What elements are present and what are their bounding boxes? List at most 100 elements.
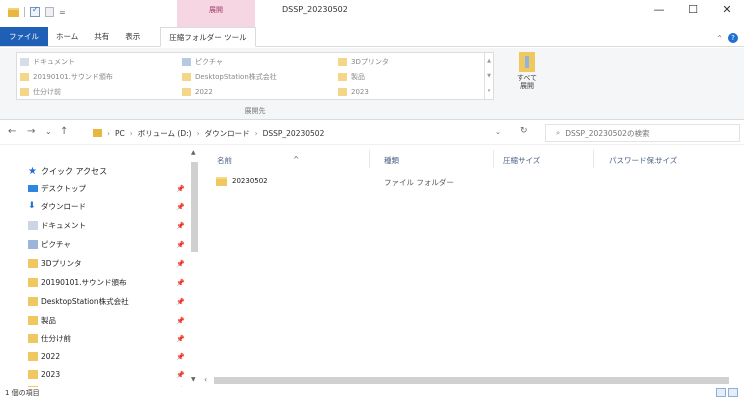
pin-icon: 📌 xyxy=(176,278,185,287)
search-input[interactable] xyxy=(565,128,726,138)
recent-locations-button[interactable]: ⌄ xyxy=(45,127,52,136)
file-type: ファイル フォルダー xyxy=(384,178,454,187)
nav-item-pictures[interactable]: ピクチャ 📌 xyxy=(0,235,190,254)
search-icon: ⌕ xyxy=(556,128,561,137)
window-controls: — ☐ ✕ xyxy=(642,0,744,20)
ribbon-tabs: ファイル ホーム 共有 表示 圧縮フォルダー ツール xyxy=(0,27,744,47)
navigation-bar: ← → ⌄ ↑ › PC › ボリューム (D:) › ダウンロード › DSS… xyxy=(0,121,744,145)
large-icons-view-icon[interactable] xyxy=(728,388,738,397)
extract-all-button[interactable]: すべて 展開 xyxy=(514,52,540,102)
up-button[interactable]: ↑ xyxy=(60,126,68,137)
tab-view[interactable]: 表示 xyxy=(117,27,148,46)
column-compressed-size[interactable]: 圧縮サイズ xyxy=(503,155,540,166)
address-bar[interactable]: › PC › ボリューム (D:) › ダウンロード › DSSP_202305… xyxy=(92,124,520,142)
pin-icon: 📌 xyxy=(176,202,185,211)
nav-item-desktop[interactable]: デスクトップ 📌 xyxy=(0,179,190,198)
toolbar-separator xyxy=(24,7,25,17)
tab-home[interactable]: ホーム xyxy=(48,27,86,46)
pin-icon: 📌 xyxy=(176,240,185,249)
ribbon-panel: ドキュメント ピクチャ 3Dプリンタ 20190101.サウンド頒布 Deskt… xyxy=(0,48,744,120)
gallery-item-3dprinter[interactable]: 3Dプリンタ xyxy=(338,55,488,69)
ribbon-controls: ⌃ ? xyxy=(716,33,738,43)
column-divider[interactable] xyxy=(369,150,370,168)
gallery-item-pictures[interactable]: ピクチャ xyxy=(182,55,338,69)
folder-icon xyxy=(338,88,347,96)
scroll-up-icon[interactable]: ▲ xyxy=(191,149,196,156)
nav-item-3dprinter[interactable]: 3Dプリンタ 📌 xyxy=(0,254,190,273)
refresh-button[interactable]: ↻ xyxy=(520,126,528,136)
gallery-up-icon[interactable]: ▲ xyxy=(487,58,491,64)
minimize-button[interactable]: — xyxy=(642,0,676,20)
breadcrumb-volume[interactable]: ボリューム (D:) xyxy=(138,128,192,139)
close-button[interactable]: ✕ xyxy=(710,0,744,20)
maximize-button[interactable]: ☐ xyxy=(676,0,710,20)
scroll-down-icon[interactable]: ▼ xyxy=(191,376,196,383)
folder-icon xyxy=(216,177,227,186)
breadcrumb-downloads[interactable]: ダウンロード xyxy=(205,128,250,139)
folder-icon xyxy=(182,88,191,96)
tab-compressed-folder-tools[interactable]: 圧縮フォルダー ツール xyxy=(160,27,256,47)
folder-icon[interactable] xyxy=(8,7,19,17)
folder-icon xyxy=(20,73,29,81)
tab-share[interactable]: 共有 xyxy=(86,27,117,46)
address-dropdown-icon[interactable]: ⌄ xyxy=(495,128,501,136)
folder-icon xyxy=(28,297,38,306)
folder-icon xyxy=(28,352,38,361)
extract-all-icon xyxy=(519,52,535,72)
picture-icon xyxy=(28,240,38,249)
scroll-thumb[interactable] xyxy=(191,162,198,252)
nav-item-sound[interactable]: 20190101.サウンド頒布 📌 xyxy=(0,273,190,292)
nav-item-documents[interactable]: ドキュメント 📌 xyxy=(0,216,190,235)
column-name[interactable]: 名前 xyxy=(217,155,232,166)
folder-icon xyxy=(338,58,347,66)
gallery-more-icon[interactable]: ▾ xyxy=(488,88,491,94)
nav-item-desktopstation[interactable]: DesktopStation株式会社 📌 xyxy=(0,292,190,311)
title-bar: = 展開 DSSP_20230502 — ☐ ✕ xyxy=(0,0,744,28)
ribbon-group-label: 展開先 xyxy=(244,107,266,115)
nav-item-2022[interactable]: 2022 📌 xyxy=(0,347,190,366)
breadcrumb-pc[interactable]: PC xyxy=(115,129,125,138)
column-password[interactable]: パスワード保... xyxy=(609,155,661,166)
gallery-scroller[interactable]: ▲ ▼ ▾ xyxy=(484,53,493,99)
folder-icon xyxy=(20,88,29,96)
gallery-item-2022[interactable]: 2022 xyxy=(182,85,338,99)
forward-button[interactable]: → xyxy=(27,126,35,137)
details-view-icon[interactable] xyxy=(716,388,726,397)
gallery-item-products[interactable]: 製品 xyxy=(338,70,488,84)
document-icon xyxy=(20,58,29,66)
breadcrumb-current[interactable]: DSSP_20230502 xyxy=(263,129,325,138)
pin-icon: 📌 xyxy=(176,297,185,306)
column-headers: ^ 名前 種類 圧縮サイズ パスワード保... サイズ xyxy=(201,146,744,170)
back-button[interactable]: ← xyxy=(8,126,16,137)
table-row[interactable]: 20230502 ファイル フォルダー xyxy=(213,175,733,189)
scroll-thumb[interactable] xyxy=(214,377,729,384)
help-icon[interactable]: ? xyxy=(728,33,738,43)
gallery-item-2023[interactable]: 2023 xyxy=(338,85,488,99)
nav-item-unsorted[interactable]: 仕分け前 📌 xyxy=(0,329,190,348)
navigation-pane: ★ クイック アクセス デスクトップ 📌 ⬇ ダウンロード 📌 ドキュメント 📌 ピクチ… xyxy=(0,146,201,387)
gallery-item-sound[interactable]: 20190101.サウンド頒布 xyxy=(20,70,182,84)
column-size[interactable]: サイズ xyxy=(655,155,677,166)
folder-icon xyxy=(28,316,38,325)
tab-file[interactable]: ファイル xyxy=(0,27,48,46)
nav-pane-scrollbar[interactable]: ▲ ▼ xyxy=(188,146,201,387)
gallery-item-unsorted[interactable]: 仕分け前 xyxy=(20,85,182,99)
nav-item-downloads[interactable]: ⬇ ダウンロード 📌 xyxy=(0,197,190,216)
gallery-item-desktopstation[interactable]: DesktopStation株式会社 xyxy=(182,70,338,84)
column-divider[interactable] xyxy=(593,150,594,168)
properties-icon[interactable] xyxy=(30,5,40,17)
customize-qat-button[interactable]: = xyxy=(59,8,66,17)
pin-icon: 📌 xyxy=(176,184,185,193)
gallery-item-documents[interactable]: ドキュメント xyxy=(20,55,182,69)
nav-item-products[interactable]: 製品 📌 xyxy=(0,311,190,330)
horizontal-scrollbar[interactable]: ‹ xyxy=(201,374,744,387)
scroll-left-icon[interactable]: ‹ xyxy=(204,375,207,384)
collapse-ribbon-icon[interactable]: ⌃ xyxy=(716,34,723,43)
column-type[interactable]: 種類 xyxy=(384,155,399,166)
new-folder-icon[interactable] xyxy=(45,7,54,17)
pin-icon: 📌 xyxy=(176,316,185,325)
gallery-down-icon[interactable]: ▼ xyxy=(487,73,491,79)
picture-icon xyxy=(182,58,191,66)
column-divider[interactable] xyxy=(493,150,494,168)
search-box[interactable]: ⌕ xyxy=(545,124,740,142)
